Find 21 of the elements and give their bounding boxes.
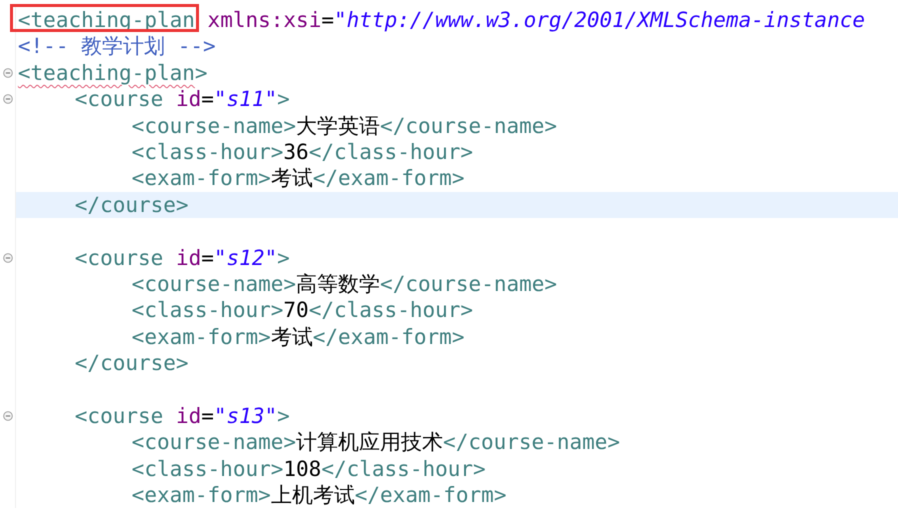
code-line: <course-name>大学英语</course-name> bbox=[132, 114, 558, 138]
code-line: <course id="s11"> bbox=[74, 87, 290, 112]
collapse-icon[interactable] bbox=[3, 68, 13, 78]
code-line: <class-hour>36</class-hour> bbox=[132, 140, 474, 164]
code-line: <course id="s13"> bbox=[74, 404, 290, 428]
code-line: <class-hour>108</class-hour> bbox=[132, 456, 486, 481]
code-line: <exam-form>上机考试</exam-form> bbox=[132, 483, 506, 508]
collapse-icon[interactable] bbox=[3, 252, 13, 263]
code-line: <exam-form>考试</exam-form> bbox=[132, 324, 464, 349]
code-line: <teaching-plan xmlns:xsi="http://www.w3.org/2001/XMLSchema-instance bbox=[18, 8, 866, 32]
code-line: <teaching-plan> bbox=[18, 60, 208, 85]
code-line: <class-hour>70</class-hour> bbox=[132, 298, 474, 322]
code-line: </course> bbox=[74, 351, 189, 376]
collapse-icon[interactable] bbox=[3, 411, 13, 422]
code-line: </course> bbox=[74, 192, 189, 217]
code-line: <!-- 教学计划 --> bbox=[18, 34, 216, 58]
code-line: <course-name>高等数学</course-name> bbox=[132, 272, 558, 296]
code-line: <exam-form>考试</exam-form> bbox=[132, 166, 464, 190]
collapse-icon[interactable] bbox=[3, 94, 13, 104]
code-line: <course-name>计算机应用技术</course-name> bbox=[132, 430, 620, 454]
code-line: <course id="s12"> bbox=[74, 246, 290, 270]
